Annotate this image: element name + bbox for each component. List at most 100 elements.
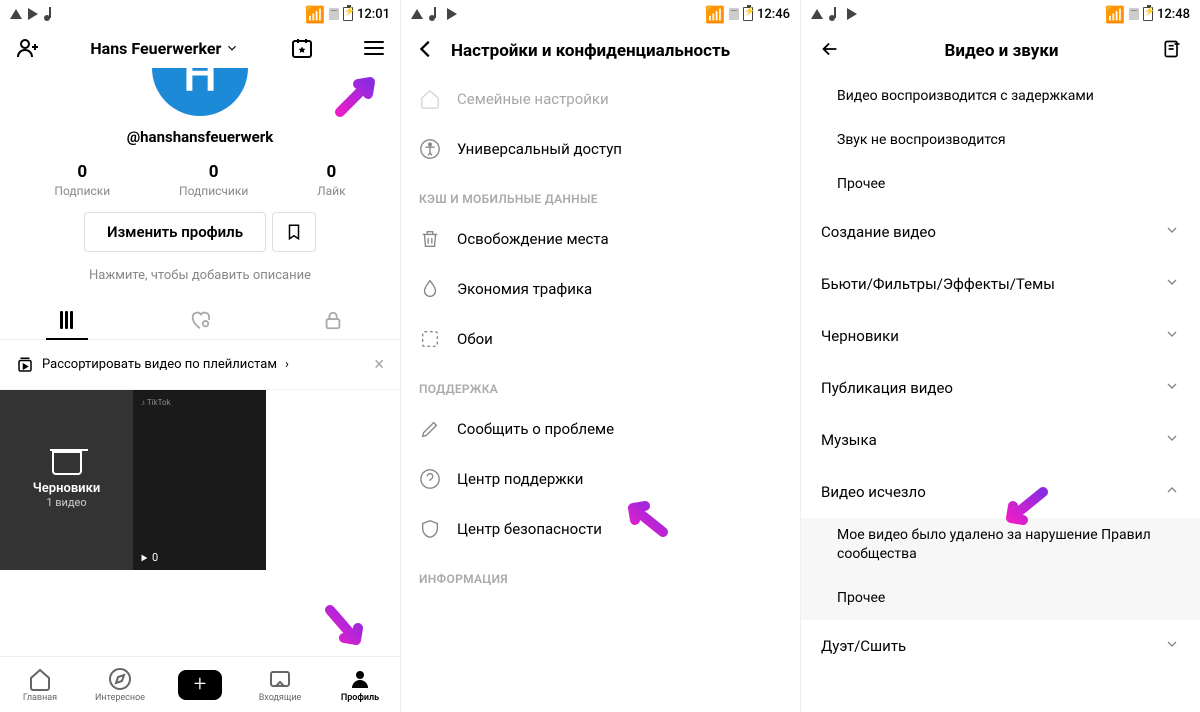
tab-liked[interactable] <box>133 301 266 339</box>
compose-button[interactable] <box>1162 39 1182 63</box>
tab-private[interactable] <box>267 301 400 339</box>
tab-posts[interactable] <box>0 301 133 339</box>
annotation-arrow <box>619 490 675 546</box>
warning-icon <box>411 9 423 19</box>
drafts-sub: 1 видео <box>46 496 86 509</box>
bio-hint[interactable]: Нажмите, чтобы добавить описание <box>0 268 400 283</box>
compass-icon <box>108 667 132 691</box>
video-cell[interactable]: ♪ TikTok 0 <box>133 390 266 570</box>
chevron-down-icon <box>1164 378 1180 394</box>
bookmark-button[interactable] <box>272 212 316 252</box>
item-duet[interactable]: Дуэт/Сшить <box>801 620 1200 672</box>
play-store-icon <box>447 8 457 20</box>
item-safety[interactable]: Центр безопасности <box>401 504 800 554</box>
back-button[interactable] <box>819 38 841 64</box>
sub-lagging[interactable]: Видео воспроизводится с задержками <box>801 74 1200 118</box>
edit-profile-button[interactable]: Изменить профиль <box>84 212 266 252</box>
lock-icon <box>322 309 344 331</box>
section-info: ИНФОРМАЦИЯ <box>401 554 800 594</box>
video-play-count: 0 <box>139 551 158 564</box>
chevron-down-icon <box>225 41 239 55</box>
video-grid: Черновики 1 видео ♪ TikTok 0 <box>0 390 400 570</box>
help-icon <box>419 468 441 490</box>
settings-screen: 📶 12:46 Настройки и конфиденциальность Се… <box>400 0 800 712</box>
item-beauty[interactable]: Бьюти/Фильтры/Эффекты/Темы <box>801 258 1200 310</box>
profile-header: Hans Feuerwerker <box>0 28 400 68</box>
status-bar: 📶12:48 <box>801 0 1200 28</box>
status-bar: 📶 12:01 <box>0 0 400 28</box>
sub-no-sound[interactable]: Звук не воспроизводится <box>801 118 1200 162</box>
item-create-video[interactable]: Создание видео <box>801 206 1200 258</box>
accessibility-icon <box>419 138 441 160</box>
clock: 12:46 <box>757 7 790 22</box>
add-friend-icon[interactable] <box>16 36 40 60</box>
item-data-saver[interactable]: Экономия трафика <box>401 264 800 314</box>
back-button[interactable] <box>415 38 437 64</box>
bottom-nav: Главная Интересное + Входящие Профиль <box>0 656 400 712</box>
drafts-cell[interactable]: Черновики 1 видео <box>0 390 133 570</box>
item-publish[interactable]: Публикация видео <box>801 362 1200 414</box>
page-title: Видео и звуки <box>841 41 1162 61</box>
chevron-down-icon <box>1164 430 1180 446</box>
settings-header: Настройки и конфиденциальность <box>401 28 800 74</box>
chevron-up-icon <box>1164 482 1180 498</box>
username: @hanshansfeuerwerk <box>0 128 400 146</box>
sub-other-2[interactable]: Прочее <box>801 576 1200 620</box>
actions-row: Изменить профиль <box>0 212 400 252</box>
stat-followers[interactable]: 0Подписчики <box>179 162 248 198</box>
chevron-down-icon <box>1164 274 1180 290</box>
item-wallpaper[interactable]: Обои <box>401 314 800 364</box>
chevron-down-icon <box>1164 636 1180 652</box>
display-name: Hans Feuerwerker <box>90 39 221 58</box>
battery-icon <box>1143 7 1153 21</box>
item-music[interactable]: Музыка <box>801 414 1200 466</box>
wifi-icon: 📶 <box>705 5 725 24</box>
nav-profile[interactable]: Профиль <box>320 657 400 712</box>
nav-discover[interactable]: Интересное <box>80 657 160 712</box>
item-drafts[interactable]: Черновики <box>801 310 1200 362</box>
chevron-down-icon <box>1164 326 1180 342</box>
item-family[interactable]: Семейные настройки <box>401 74 800 124</box>
item-accessibility[interactable]: Универсальный доступ <box>401 124 800 174</box>
profile-tabs <box>0 301 400 340</box>
item-help[interactable]: Центр поддержки <box>401 454 800 504</box>
playlist-hint-row[interactable]: Рассортировать видео по плейлистам › × <box>0 340 400 390</box>
calendar-icon[interactable] <box>290 36 314 60</box>
nav-create[interactable]: + <box>160 657 240 712</box>
home-icon <box>28 667 52 691</box>
plus-icon: + <box>178 670 222 700</box>
wallpaper-icon <box>419 328 441 350</box>
nav-home[interactable]: Главная <box>0 657 80 712</box>
stat-following[interactable]: 0Подписки <box>54 162 110 198</box>
chevron-right-icon: › <box>285 357 289 372</box>
avatar[interactable]: H <box>152 68 248 116</box>
sub-other[interactable]: Прочее <box>801 162 1200 206</box>
menu-icon[interactable] <box>364 41 384 55</box>
status-bar: 📶 12:46 <box>401 0 800 28</box>
play-store-icon <box>28 8 38 20</box>
stats-row: 0Подписки 0Подписчики 0Лайк <box>20 162 380 198</box>
heart-eye-icon <box>189 309 211 331</box>
clock: 12:01 <box>357 7 390 22</box>
topic-header: Видео и звуки <box>801 28 1200 74</box>
stat-likes[interactable]: 0Лайк <box>317 162 345 198</box>
inbox-icon <box>268 667 292 691</box>
account-switcher[interactable]: Hans Feuerwerker <box>90 39 239 58</box>
nav-inbox[interactable]: Входящие <box>240 657 320 712</box>
music-note-icon <box>429 7 441 21</box>
playlist-icon <box>16 356 34 374</box>
item-report[interactable]: Сообщить о проблеме <box>401 404 800 454</box>
home-heart-icon <box>419 88 441 110</box>
sim-icon <box>1129 8 1139 20</box>
item-clear-cache[interactable]: Освобождение места <box>401 214 800 264</box>
video-sounds-screen: 📶12:48 Видео и звуки Видео воспроизводит… <box>800 0 1200 712</box>
annotation-arrow <box>997 478 1053 534</box>
shield-icon <box>419 518 441 540</box>
warning-icon <box>10 9 22 19</box>
drafts-icon <box>52 451 82 475</box>
drafts-title: Черновики <box>33 481 100 496</box>
droplet-icon <box>419 278 441 300</box>
wifi-icon: 📶 <box>1105 5 1125 24</box>
close-icon[interactable]: × <box>374 354 384 375</box>
section-support: ПОДДЕРЖКА <box>401 364 800 404</box>
